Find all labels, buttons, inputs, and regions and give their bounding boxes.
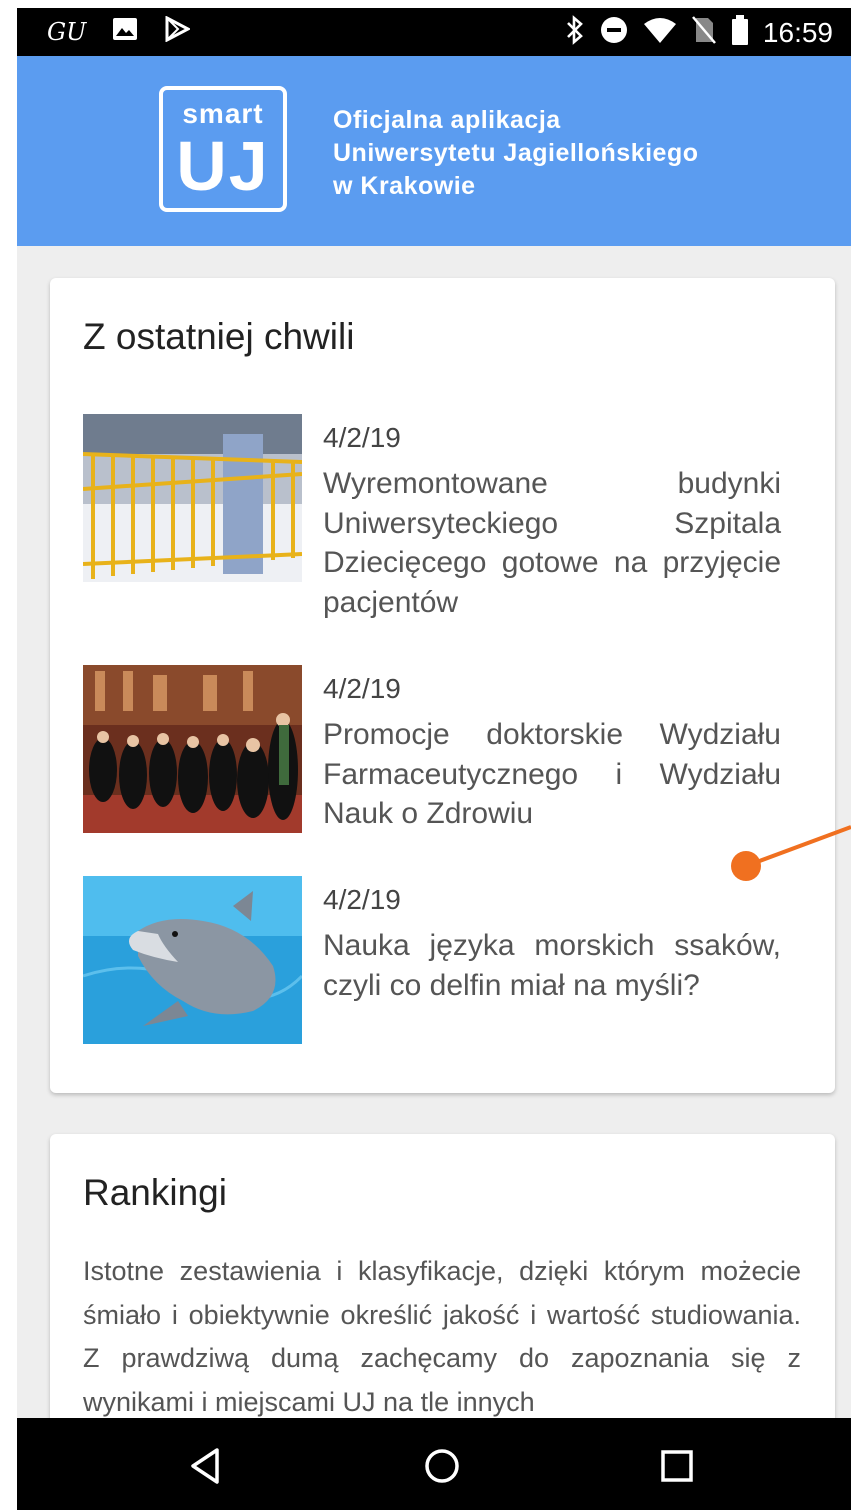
news-card-title: Z ostatniej chwili (83, 316, 355, 357)
header-line-3: w Krakowie (333, 172, 476, 200)
news-item[interactable]: 4/2/19 Wyremontowane budynki Uniwersytec… (83, 414, 783, 619)
recents-icon[interactable] (655, 1444, 699, 1488)
bluetooth-icon (565, 15, 585, 50)
battery-icon (731, 14, 749, 51)
news-item[interactable]: 4/2/19 Promocje doktorskie Wydziału Farm… (83, 665, 783, 855)
do-not-disturb-icon (599, 15, 629, 50)
smart-uj-logo: smart UJ (159, 86, 287, 212)
dolphin-photo (83, 876, 302, 1044)
play-store-icon (164, 15, 192, 47)
logo-smart-text: smart (182, 98, 264, 129)
home-icon[interactable] (420, 1444, 464, 1488)
phone-screen: GU 16:59 smart UJ Oficjalna aplikacja Un… (17, 8, 851, 1510)
app-header: smart UJ Oficjalna aplikacja Uniwersytet… (17, 56, 851, 246)
news-title[interactable]: Nauka języka morskich ssaków, czyli co d… (323, 926, 781, 1005)
news-date: 4/2/19 (323, 673, 401, 704)
rankings-description: Istotne zestawienia i klasyfikacje, dzię… (83, 1256, 801, 1417)
news-title[interactable]: Wyremontowane budynki Uniwersyteckiego S… (323, 464, 781, 622)
rankings-card-title: Rankingi (83, 1172, 227, 1213)
news-date: 4/2/19 (323, 422, 401, 453)
header-line-2: Uniwersytetu Jagiellońskiego (333, 139, 699, 167)
back-icon[interactable] (185, 1444, 229, 1488)
status-bar: GU 16:59 (17, 8, 851, 56)
header-description: Oficjalna aplikacja Uniwersytetu Jagiell… (333, 104, 699, 203)
news-title[interactable]: Promocje doktorskie Wydziału Farmaceutyc… (323, 715, 781, 834)
wifi-icon (643, 16, 677, 49)
clock: 16:59 (762, 16, 833, 48)
no-sim-icon (691, 15, 717, 50)
hospital-cribs-photo (83, 414, 302, 582)
image-icon (112, 17, 138, 46)
logo-uj-text: UJ (176, 127, 270, 205)
navigation-bar (17, 1418, 851, 1510)
news-date: 4/2/19 (323, 884, 401, 915)
carrier-label: GU (47, 17, 87, 46)
news-card: Z ostatniej chwili 4/2/19 Wyremontowane … (50, 278, 835, 1093)
graduation-ceremony-photo (83, 665, 302, 833)
header-line-1: Oficjalna aplikacja (333, 106, 561, 134)
news-item[interactable]: 4/2/19 Nauka języka morskich ssaków, czy… (83, 876, 783, 1066)
